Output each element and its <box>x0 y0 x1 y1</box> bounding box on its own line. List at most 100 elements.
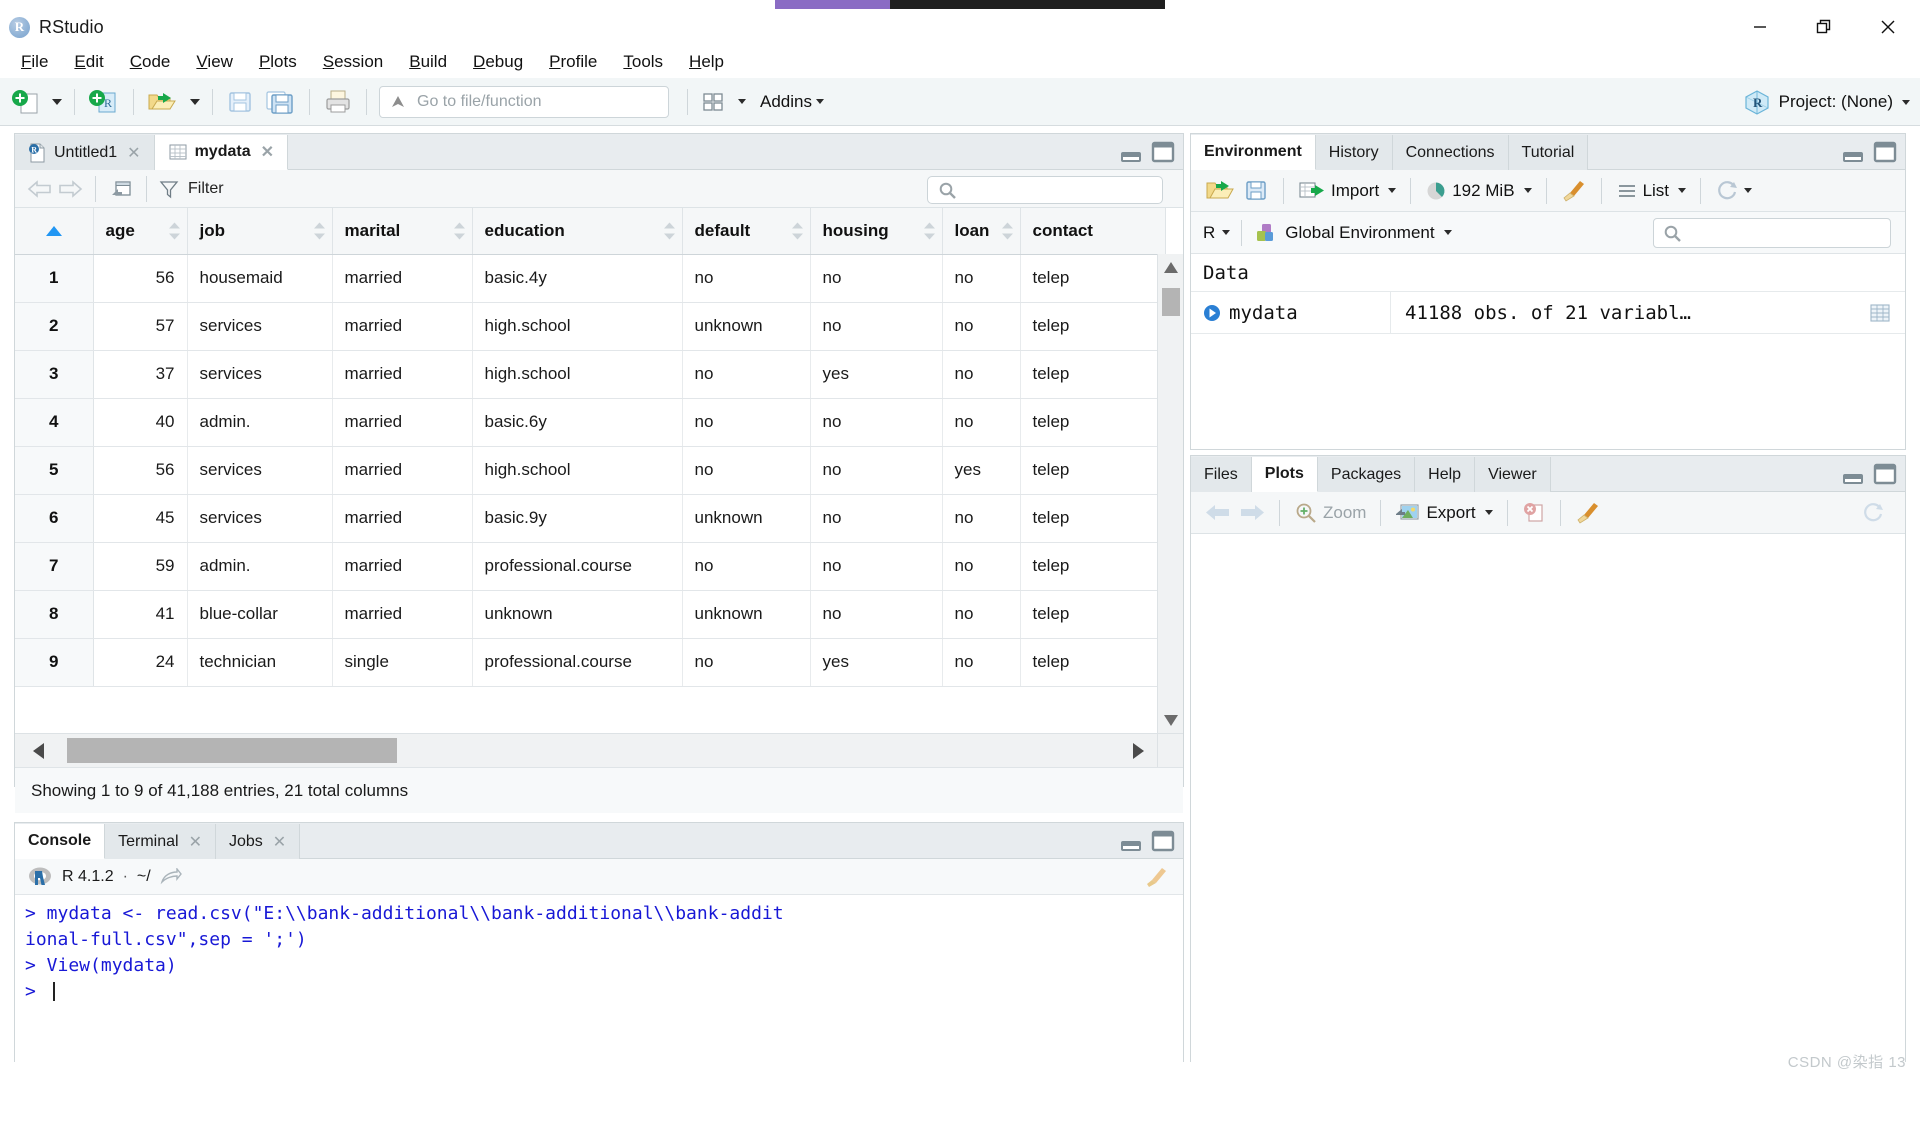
environment-chevron-down-icon[interactable] <box>1444 230 1452 235</box>
table-row[interactable]: 841blue-collarmarriedunknownunknownnonot… <box>15 590 1165 638</box>
scroll-down-arrow-icon[interactable] <box>1158 707 1183 733</box>
new-project-icon[interactable]: R <box>83 83 125 121</box>
menu-item-file[interactable]: File <box>8 49 61 75</box>
arrow-left-icon[interactable] <box>1201 501 1235 525</box>
tab-viewer[interactable]: Viewer <box>1475 457 1551 492</box>
load-workspace-icon[interactable] <box>1201 172 1239 210</box>
horizontal-scroll-thumb[interactable] <box>67 738 397 763</box>
tab-console[interactable]: Console <box>15 824 105 859</box>
environment-search-field[interactable] <box>1688 223 1878 243</box>
col-header-education[interactable]: education <box>472 208 682 254</box>
tab-environment[interactable]: Environment <box>1191 135 1316 170</box>
table-row[interactable]: 257servicesmarriedhigh.schoolunknownnono… <box>15 302 1165 350</box>
close-icon[interactable] <box>1856 9 1920 45</box>
open-in-window-icon[interactable] <box>160 868 182 886</box>
col-header-housing[interactable]: housing <box>810 208 942 254</box>
col-header-marital[interactable]: marital <box>332 208 472 254</box>
refresh-icon[interactable] <box>1711 172 1756 210</box>
clear-all-plots-icon[interactable] <box>1571 494 1605 532</box>
table-row[interactable]: 924techniciansingleprofessional.courseno… <box>15 638 1165 686</box>
tab-untitled1-close-icon[interactable]: ✕ <box>127 143 140 163</box>
table-row[interactable]: 156housemaidmarriedbasic.4ynononotelep <box>15 254 1165 302</box>
environment-object-row[interactable]: mydata 41188 obs. of 21 variabl… <box>1191 292 1905 334</box>
minimize-icon[interactable] <box>1728 9 1792 45</box>
list-view-button[interactable]: List <box>1612 172 1690 210</box>
tab-untitled1[interactable]: R Untitled1 ✕ <box>15 135 155 170</box>
pane-layout-icon[interactable] <box>696 83 730 121</box>
menu-item-code[interactable]: Code <box>117 49 184 75</box>
menu-item-profile[interactable]: Profile <box>536 49 610 75</box>
menu-item-session[interactable]: Session <box>310 49 396 75</box>
arrow-left-icon[interactable] <box>25 177 55 201</box>
export-plot-button[interactable]: Export <box>1391 494 1496 532</box>
open-file-dropdown[interactable] <box>182 83 204 121</box>
scroll-right-arrow-icon[interactable] <box>1123 734 1153 767</box>
menu-item-help[interactable]: Help <box>676 49 737 75</box>
language-chevron-down-icon[interactable] <box>1222 230 1230 235</box>
table-row[interactable]: 556servicesmarriedhigh.schoolnonoyestele… <box>15 446 1165 494</box>
restore-icon[interactable] <box>1792 9 1856 45</box>
scroll-up-arrow-icon[interactable] <box>1158 254 1183 280</box>
global-environment-label[interactable]: Global Environment <box>1285 223 1434 243</box>
table-row[interactable]: 440admin.marriedbasic.6ynononotelep <box>15 398 1165 446</box>
clear-console-icon[interactable] <box>1143 866 1169 888</box>
save-all-icon[interactable] <box>259 83 301 121</box>
menu-item-plots[interactable]: Plots <box>246 49 310 75</box>
show-in-new-window-icon[interactable] <box>106 177 136 201</box>
new-file-icon[interactable] <box>6 83 44 121</box>
tab-packages[interactable]: Packages <box>1318 457 1415 492</box>
arrow-right-icon[interactable] <box>1235 501 1269 525</box>
environment-search-input[interactable] <box>1653 218 1891 248</box>
menu-item-tools[interactable]: Tools <box>610 49 676 75</box>
table-row[interactable]: 337servicesmarriedhigh.schoolnoyesnotele… <box>15 350 1165 398</box>
menu-item-edit[interactable]: Edit <box>61 49 116 75</box>
menu-item-build[interactable]: Build <box>396 49 460 75</box>
menu-item-view[interactable]: View <box>183 49 246 75</box>
expand-object-icon[interactable] <box>1203 304 1221 322</box>
project-selector[interactable]: R Project: (None) <box>1743 78 1910 126</box>
import-chevron-down-icon[interactable] <box>1388 188 1396 193</box>
refresh-icon[interactable] <box>1857 494 1889 532</box>
memory-usage-button[interactable]: 192 MiB <box>1421 172 1535 210</box>
table-row[interactable]: 759admin.marriedprofessional.coursenonon… <box>15 542 1165 590</box>
funnel-icon[interactable] <box>157 177 181 201</box>
tab-mydata-close-icon[interactable]: ✕ <box>261 142 274 162</box>
col-header-loan[interactable]: loan <box>942 208 1020 254</box>
addins-button[interactable]: Addins <box>750 83 828 121</box>
arrow-right-icon[interactable] <box>55 177 85 201</box>
list-view-chevron-down-icon[interactable] <box>1678 188 1686 193</box>
tab-connections[interactable]: Connections <box>1393 135 1509 170</box>
console-output[interactable]: > mydata <- read.csv("E:\\bank-additiona… <box>15 895 1183 1062</box>
save-icon[interactable] <box>221 83 259 121</box>
tab-files[interactable]: Files <box>1191 457 1252 492</box>
col-header-rownum[interactable] <box>15 208 93 254</box>
menu-item-debug[interactable]: Debug <box>460 49 536 75</box>
tab-tutorial[interactable]: Tutorial <box>1509 135 1589 170</box>
data-viewer-search-field[interactable] <box>963 180 1153 200</box>
tab-plots[interactable]: Plots <box>1252 457 1318 492</box>
import-dataset-button[interactable]: Import <box>1294 172 1400 210</box>
plots-display-area[interactable] <box>1191 534 1905 1139</box>
tab-mydata[interactable]: mydata ✕ <box>155 135 288 170</box>
col-header-age[interactable]: age <box>93 208 187 254</box>
vertical-scroll-thumb[interactable] <box>1162 288 1180 316</box>
remove-plot-icon[interactable] <box>1518 494 1550 532</box>
environment-language[interactable]: R <box>1203 223 1215 243</box>
data-viewer-search-input[interactable] <box>927 176 1163 204</box>
pane-layout-dropdown[interactable] <box>730 83 750 121</box>
broom-clear-icon[interactable] <box>1557 172 1591 210</box>
tab-jobs-close-icon[interactable]: ✕ <box>273 832 286 852</box>
tab-jobs[interactable]: Jobs ✕ <box>216 824 300 859</box>
table-row[interactable]: 645servicesmarriedbasic.9yunknownnonotel… <box>15 494 1165 542</box>
table-horizontal-scrollbar[interactable] <box>15 733 1183 767</box>
print-icon[interactable] <box>318 83 358 121</box>
view-data-grid-icon[interactable] <box>1869 303 1891 323</box>
tab-terminal[interactable]: Terminal ✕ <box>105 824 216 859</box>
refresh-chevron-down-icon[interactable] <box>1744 188 1752 193</box>
save-workspace-icon[interactable] <box>1239 172 1273 210</box>
tab-history[interactable]: History <box>1316 135 1393 170</box>
tab-help[interactable]: Help <box>1415 457 1475 492</box>
tab-terminal-close-icon[interactable]: ✕ <box>189 832 202 852</box>
new-file-dropdown[interactable] <box>44 83 66 121</box>
zoom-plot-button[interactable]: Zoom <box>1290 494 1370 532</box>
